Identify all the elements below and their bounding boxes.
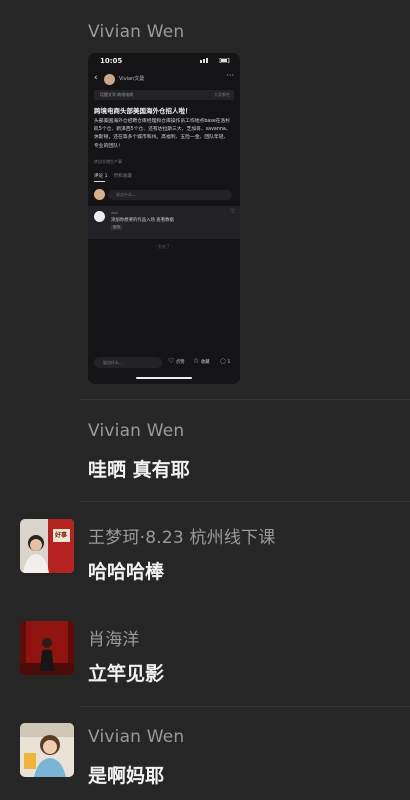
more-icon: ···: [226, 71, 234, 80]
fav-action: ☆ 收藏: [193, 357, 209, 365]
star-icon: ☆: [193, 357, 200, 365]
post-link: 转自仓储生产事: [94, 159, 122, 164]
sender-name: Vivian Wen: [88, 421, 185, 441]
comment-icon: ◌: [220, 357, 227, 365]
phone-status-icons: [200, 58, 230, 63]
divider: [80, 399, 410, 400]
card-name: xxx: [111, 210, 118, 215]
tab-comments: 评论 1: [94, 174, 108, 179]
post-tabs: 评论 1 赞和收藏: [94, 173, 132, 179]
tab-underline: [94, 181, 105, 182]
card-text: 添加你想要的作品入场 查看数据: [111, 218, 174, 223]
message-text: 是啊妈耶: [88, 765, 165, 787]
avatar[interactable]: 好事: [20, 519, 74, 573]
post-title: 跨境电商头部美国海外仓招人啦！: [94, 107, 192, 115]
shared-screenshot-image[interactable]: 10:05 ‹ Vivian文曼 ··· 话题文学·跨境电商 大家都在 跨境电商…: [88, 53, 240, 384]
phone-status-time: 10:05: [100, 57, 123, 65]
author-avatar: [104, 74, 115, 85]
card-tag: 服饰: [111, 225, 123, 230]
comment-placeholder: 说点什么...: [116, 192, 136, 197]
avatar-badge: 好事: [55, 532, 68, 539]
heart-icon: ♡: [229, 208, 235, 215]
avatar[interactable]: [20, 621, 74, 675]
post-author: Vivian文曼: [119, 76, 145, 82]
end-of-comments: - 到底了 -: [155, 244, 173, 249]
topic-right: 大家都在: [214, 92, 230, 97]
sender-name: Vivian Wen: [88, 22, 185, 42]
back-icon: ‹: [94, 73, 98, 83]
sender-name: Vivian Wen: [88, 727, 185, 747]
like-action: ♡ 点赞: [168, 357, 184, 365]
left-panel: [0, 0, 80, 800]
phone-post-header: ‹ Vivian文曼 ···: [88, 71, 240, 87]
fav-label: 收藏: [200, 360, 210, 365]
avatar[interactable]: [20, 723, 74, 777]
sender-name: 肖海洋: [88, 630, 140, 650]
bottom-comment-input: 说点什么...: [94, 357, 162, 368]
bottom-placeholder: 说点什么...: [103, 359, 123, 365]
sender-name: 王梦珂·8.23 杭州线下课: [88, 528, 276, 548]
message-text: 立竿见影: [88, 663, 165, 685]
avatar-photo: [20, 519, 74, 573]
divider: [80, 706, 410, 707]
tab-likes: 赞和收藏: [113, 174, 132, 179]
commenter-avatar: [94, 189, 105, 200]
comment-card: xxx 添加你想要的作品入场 查看数据 服饰 ♡: [88, 206, 240, 239]
topic-label: 话题文学·跨境电商: [100, 92, 134, 97]
topic-bar: 话题文学·跨境电商 大家都在: [94, 90, 234, 100]
like-label: 点赞: [175, 360, 185, 365]
card-avatar: [94, 211, 105, 222]
post-body: 头部美国海外仓招聘仓库经理和仓库操作员工作地点base在洛杉矶5个仓、新泽西5个…: [94, 119, 231, 149]
comment-action: ◌ 1: [220, 357, 230, 365]
comment-input: 说点什么...: [108, 190, 232, 200]
message-text: 哈哈哈棒: [88, 561, 165, 583]
avatar-photo: [20, 621, 74, 675]
home-indicator: [136, 377, 192, 379]
divider: [80, 501, 410, 502]
message-text: 哇晒 真有耶: [88, 459, 190, 481]
heart-icon: ♡: [168, 357, 175, 365]
avatar-photo: [20, 723, 74, 777]
comment-count: 1: [227, 360, 231, 365]
